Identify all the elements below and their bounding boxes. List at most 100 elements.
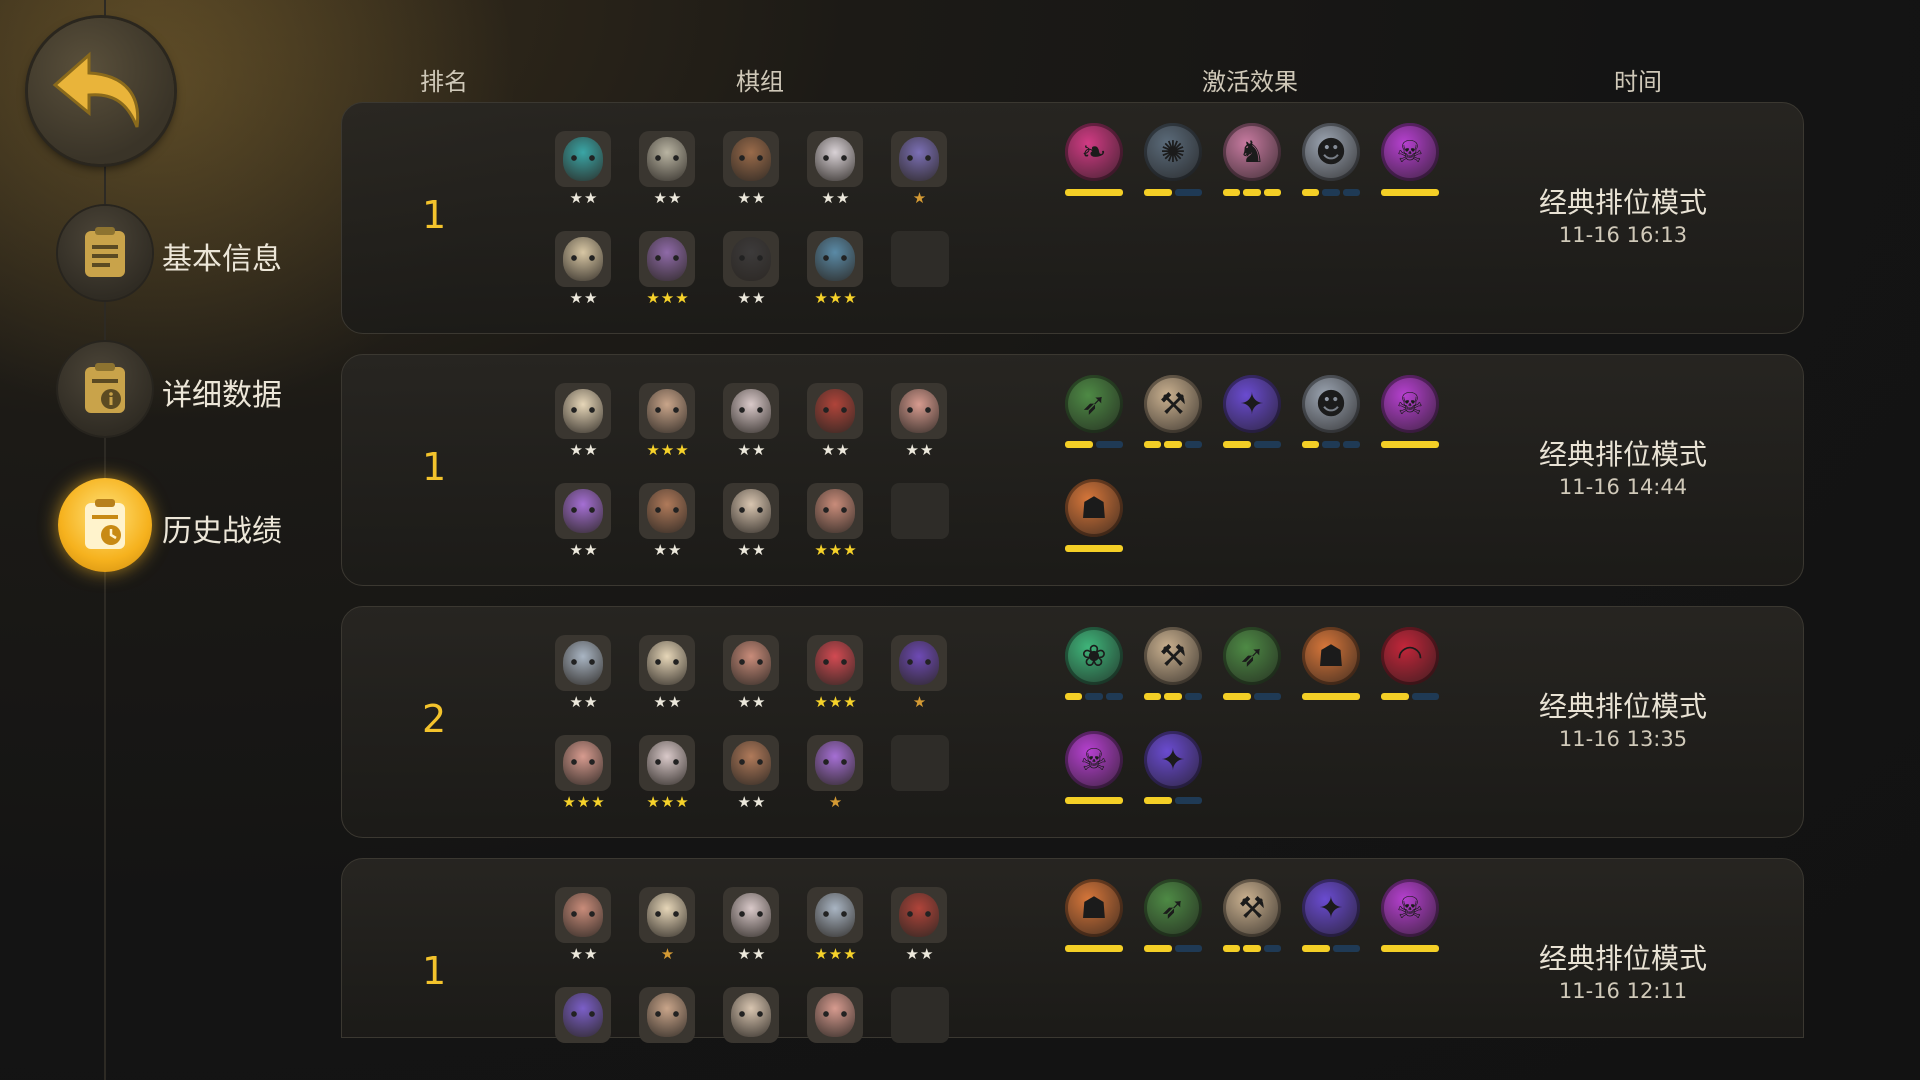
axe-trait-icon: ⚒ bbox=[1223, 879, 1281, 937]
match-row[interactable]: 2 ★★ ★★ ★★ ★★★ ★ ★★★ ★★★ ★★ ★ ❀ ⚒ ➶ ☗ ◠ ☠ ✦ 经典排位模式 11-16 1… bbox=[341, 606, 1804, 838]
chess-piece-scar-face[interactable]: ★★ bbox=[723, 483, 781, 559]
chess-piece-pirate-captain[interactable]: ★★ bbox=[807, 383, 865, 459]
trait-fish-trait[interactable]: ✦ bbox=[1144, 731, 1204, 804]
white-beard-elder-portrait-icon bbox=[555, 383, 611, 439]
chess-piece-horned-mask[interactable]: ★★ bbox=[891, 383, 949, 459]
chess-piece-purple-witch[interactable]: ★★ bbox=[555, 483, 613, 559]
match-row[interactable]: 1 ★★ ★★ ★★ ★★ ★ ★★ ★★★ ★★ ★★★ ❧ ✺ ♞ ☻ ☠ 经典排位模式 11-16 16:… bbox=[341, 102, 1804, 334]
purple-witch-portrait-icon bbox=[807, 735, 863, 791]
chess-piece-goggle-dwarf[interactable]: ★★ bbox=[555, 887, 613, 963]
star-rating: ★★ bbox=[905, 945, 935, 963]
star-rating: ★★ bbox=[737, 289, 767, 307]
chess-piece-robot-golem[interactable]: ★★ bbox=[639, 131, 697, 207]
chess-piece-horned-mask[interactable] bbox=[807, 987, 865, 1043]
viking-trait-icon: ☗ bbox=[1065, 479, 1123, 537]
trait-viking-trait[interactable]: ☗ bbox=[1302, 627, 1362, 700]
star-rating: ★★ bbox=[653, 189, 683, 207]
chess-piece-white-beard-elder[interactable]: ★★ bbox=[639, 635, 697, 711]
chess-piece-goblin-grump[interactable]: ★★ bbox=[723, 383, 781, 459]
chess-piece-goblin-grump[interactable]: ★★★ bbox=[639, 735, 697, 811]
chess-piece-warrior-long-hair[interactable]: ★★ bbox=[723, 131, 781, 207]
chess-piece-old-warrior[interactable] bbox=[639, 987, 697, 1043]
star-rating: ★ bbox=[828, 793, 844, 811]
horned-dark-mage-portrait-icon bbox=[891, 635, 947, 691]
chess-piece-armored-knight[interactable]: ★★ bbox=[555, 131, 613, 207]
goblin-grump-portrait-icon bbox=[723, 383, 779, 439]
goggle-dwarf-portrait-icon bbox=[723, 635, 779, 691]
trait-bow-trait[interactable]: ➶ bbox=[1223, 627, 1283, 700]
trait-level-bar bbox=[1302, 441, 1360, 448]
horned-mask-portrait-icon bbox=[555, 735, 611, 791]
chess-piece-goggle-bruiser[interactable]: ★★ bbox=[723, 735, 781, 811]
chess-piece-pirate-captain[interactable]: ★★ bbox=[891, 887, 949, 963]
empty-slot bbox=[891, 987, 949, 1043]
trait-demon-trait[interactable]: ☠ bbox=[1381, 375, 1441, 448]
rank-value: 1 bbox=[422, 193, 447, 237]
trait-bow-trait[interactable]: ➶ bbox=[1144, 879, 1204, 952]
chess-piece-scar-face[interactable] bbox=[723, 987, 781, 1043]
trait-axe-trait[interactable]: ⚒ bbox=[1223, 879, 1283, 952]
chess-piece-white-haired-mage[interactable]: ★★ bbox=[807, 131, 865, 207]
match-row[interactable]: 1 ★★ ★★★ ★★ ★★ ★★ ★★ ★★ ★★ ★★★ ➶ ⚒ ✦ ☻ ☠ ☗ 经典排位模式 11-16 1… bbox=[341, 354, 1804, 586]
star-rating: ★★★ bbox=[814, 541, 858, 559]
trait-axe-trait[interactable]: ⚒ bbox=[1144, 627, 1204, 700]
star-rating: ★ bbox=[660, 945, 676, 963]
trait-demon-trait[interactable]: ☠ bbox=[1381, 879, 1441, 952]
arch-trait-icon: ◠ bbox=[1381, 627, 1439, 685]
star-rating: ★★★ bbox=[646, 289, 690, 307]
trait-fish-trait[interactable]: ✦ bbox=[1223, 375, 1283, 448]
back-button[interactable] bbox=[28, 18, 174, 164]
trait-pilot-trait[interactable]: ☻ bbox=[1302, 375, 1362, 448]
trait-fish-trait[interactable]: ✦ bbox=[1302, 879, 1362, 952]
nav-basic-info-label: 基本信息 bbox=[162, 242, 282, 277]
trait-axe-trait[interactable]: ⚒ bbox=[1144, 375, 1204, 448]
chess-piece-old-warrior[interactable]: ★★★ bbox=[639, 383, 697, 459]
chess-piece-dark-elf[interactable]: ★★ bbox=[723, 231, 781, 307]
chess-piece-green-alien[interactable]: ★★★ bbox=[639, 231, 697, 307]
match-row[interactable]: 1 ★★ ★ ★★ ★★★ ★★ ☗ ➶ ⚒ ✦ ☠ 经典排位模式 11-16 12:11 bbox=[341, 858, 1804, 1043]
nav-match-history-label: 历史战绩 bbox=[162, 514, 282, 549]
trait-dragon-trait[interactable]: ❧ bbox=[1065, 123, 1125, 196]
chess-piece-white-beard-elder[interactable]: ★★ bbox=[555, 383, 613, 459]
star-rating: ★★ bbox=[737, 541, 767, 559]
chess-piece-purple-witch[interactable]: ★ bbox=[807, 735, 865, 811]
nav-detail-data[interactable]: 详细数据 bbox=[58, 342, 318, 438]
trait-demon-trait[interactable]: ☠ bbox=[1065, 731, 1125, 804]
trait-arch-trait[interactable]: ◠ bbox=[1381, 627, 1441, 700]
goggle-bruiser-portrait-icon bbox=[639, 483, 695, 539]
trait-demon-trait[interactable]: ☠ bbox=[1381, 123, 1441, 196]
empty-slot bbox=[891, 231, 949, 287]
chess-piece-purple-golem[interactable] bbox=[555, 987, 613, 1043]
chess-piece-horned-mask[interactable]: ★★★ bbox=[555, 735, 613, 811]
trait-level-bar bbox=[1223, 441, 1281, 448]
demon-trait-icon: ☠ bbox=[1381, 879, 1439, 937]
trait-paw-trait[interactable]: ❀ bbox=[1065, 627, 1125, 700]
trait-gear-trait[interactable]: ✺ bbox=[1144, 123, 1204, 196]
chess-piece-horned-skull[interactable]: ★★ bbox=[555, 231, 613, 307]
chess-piece-goggle-dwarf[interactable]: ★★ bbox=[723, 635, 781, 711]
star-rating: ★★★ bbox=[814, 289, 858, 307]
axe-trait-icon: ⚒ bbox=[1144, 627, 1202, 685]
chess-piece-horned-dark-mage[interactable]: ★ bbox=[891, 635, 949, 711]
game-mode-label: 经典排位模式 bbox=[1538, 186, 1707, 219]
chess-piece-goggle-bruiser[interactable]: ★★ bbox=[639, 483, 697, 559]
trait-knight-trait[interactable]: ♞ bbox=[1223, 123, 1283, 196]
chess-piece-grey-goblin[interactable]: ★★ bbox=[555, 635, 613, 711]
nav-match-history[interactable]: 历史战绩 bbox=[58, 478, 318, 574]
match-info: 经典排位模式 11-16 16:13 bbox=[1523, 181, 1723, 247]
chess-piece-white-beard-elder[interactable]: ★ bbox=[639, 887, 697, 963]
chess-piece-goblin-grump[interactable]: ★★ bbox=[723, 887, 781, 963]
chess-piece-red-eye-brute[interactable]: ★★★ bbox=[807, 231, 865, 307]
star-rating: ★★★ bbox=[562, 793, 606, 811]
trait-pilot-trait[interactable]: ☻ bbox=[1302, 123, 1362, 196]
chess-piece-grey-goblin[interactable]: ★★★ bbox=[807, 887, 865, 963]
viking-trait-icon: ☗ bbox=[1065, 879, 1123, 937]
chess-piece-red-ogre[interactable]: ★★★ bbox=[807, 635, 865, 711]
nav-basic-info[interactable]: 基本信息 bbox=[58, 206, 318, 302]
trait-viking-trait[interactable]: ☗ bbox=[1065, 479, 1125, 552]
chess-piece-goggle-dwarf[interactable]: ★★★ bbox=[807, 483, 865, 559]
fish-trait-icon: ✦ bbox=[1302, 879, 1360, 937]
trait-bow-trait[interactable]: ➶ bbox=[1065, 375, 1125, 448]
trait-viking-trait[interactable]: ☗ bbox=[1065, 879, 1125, 952]
chess-piece-bat-demon[interactable]: ★ bbox=[891, 131, 949, 207]
